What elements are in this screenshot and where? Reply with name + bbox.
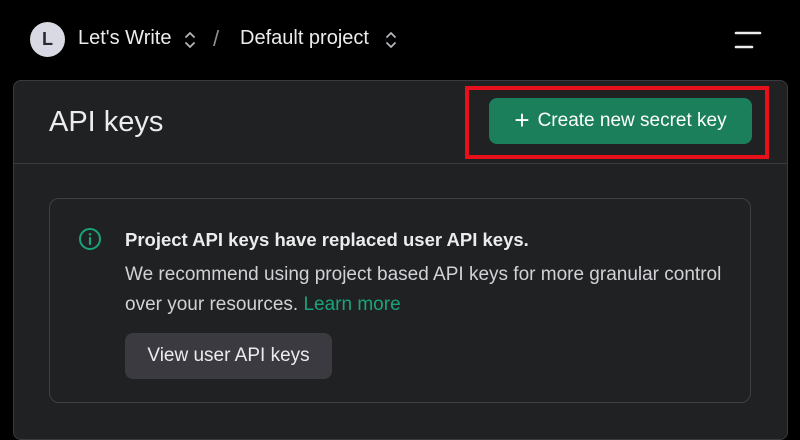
breadcrumb-separator: / bbox=[213, 26, 220, 51]
create-new-secret-key-button[interactable]: + Create new secret key bbox=[489, 98, 752, 144]
notice-body: We recommend using project based API key… bbox=[125, 260, 725, 320]
project-selector[interactable]: Default project bbox=[240, 27, 369, 50]
page-title: API keys bbox=[49, 106, 164, 138]
org-switcher-chevron-icon[interactable] bbox=[183, 29, 197, 51]
org-selector[interactable]: Let's Write bbox=[78, 27, 171, 50]
notice-body-text: We recommend using project based API key… bbox=[125, 264, 722, 315]
header-divider bbox=[14, 163, 787, 164]
info-circle-icon bbox=[78, 227, 102, 251]
org-avatar[interactable]: L bbox=[30, 22, 65, 57]
project-switcher-chevron-icon[interactable] bbox=[384, 29, 398, 51]
create-button-label: Create new secret key bbox=[537, 110, 727, 131]
learn-more-link[interactable]: Learn more bbox=[303, 294, 400, 315]
notice-title: Project API keys have replaced user API … bbox=[125, 229, 529, 250]
top-navigation-bar: L Let's Write / Default project bbox=[0, 0, 800, 80]
view-user-api-keys-button[interactable]: View user API keys bbox=[125, 333, 332, 379]
plus-icon: + bbox=[514, 104, 530, 135]
menu-icon[interactable] bbox=[730, 28, 764, 52]
